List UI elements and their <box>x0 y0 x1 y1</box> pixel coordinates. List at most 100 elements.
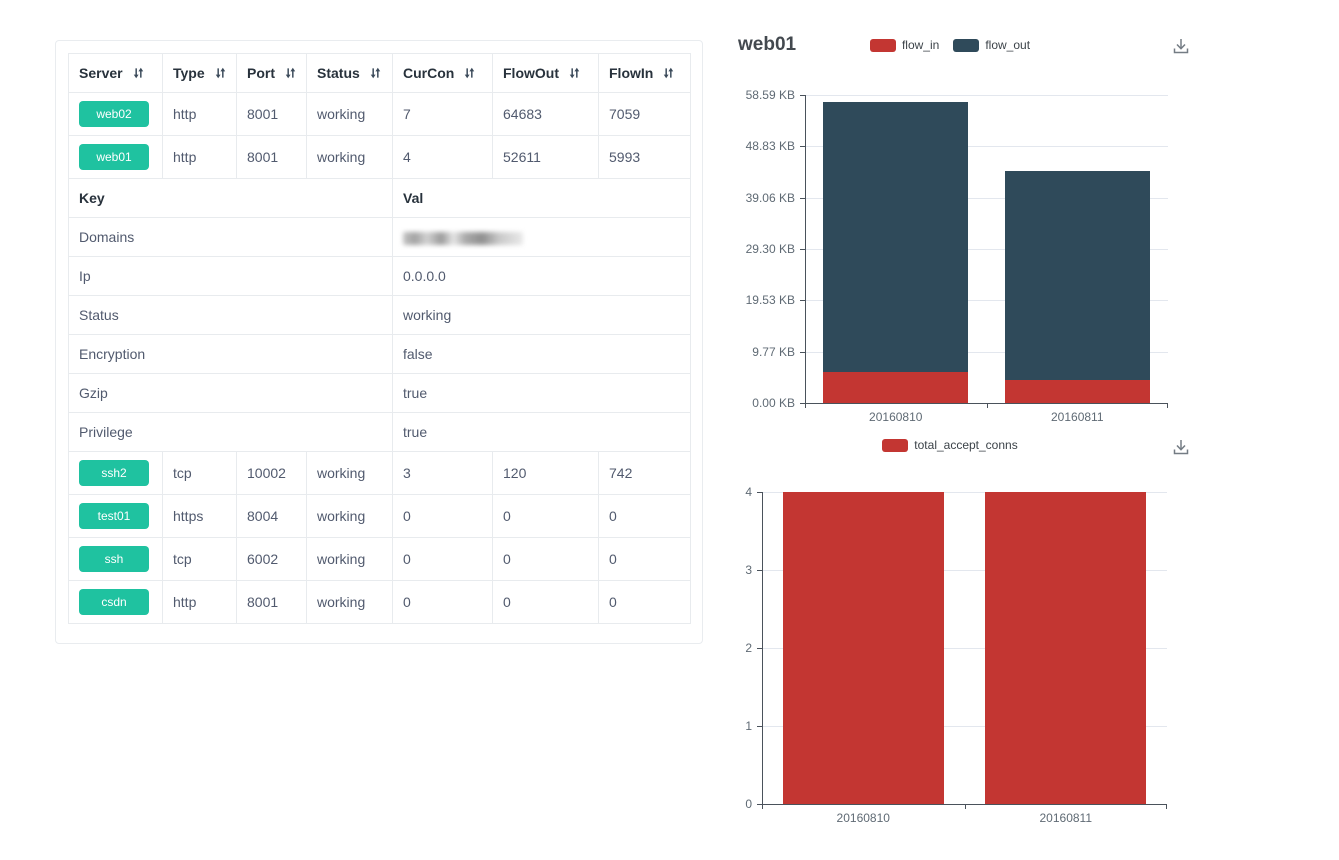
type-cell: tcp <box>163 452 237 495</box>
y-axis-label: 58.59 KB <box>721 87 795 103</box>
header-label: Type <box>173 65 205 81</box>
sort-icon[interactable] <box>132 66 145 80</box>
flowout-cell: 120 <box>493 452 599 495</box>
status-cell: working <box>307 495 393 538</box>
kv-key-cell: Domains <box>69 218 393 257</box>
header-label-wrap: FlowOut <box>503 65 588 81</box>
flow-chart-plot: 0.00 KB9.77 KB19.53 KB29.30 KB39.06 KB48… <box>805 95 1168 403</box>
port-cell: 10002 <box>237 452 307 495</box>
y-axis-label: 1 <box>712 718 752 734</box>
legend-label: total_accept_conns <box>914 438 1017 452</box>
curcon-cell: 0 <box>393 581 493 624</box>
table-header-row: Server Type Port Status CurCon FlowOut FlowIn <box>69 54 691 93</box>
server-row-ssh: sshtcp6002working000 <box>69 538 691 581</box>
legend-label: flow_in <box>902 38 939 52</box>
server-badge-test01[interactable]: test01 <box>79 503 149 529</box>
server-badge-ssh[interactable]: ssh <box>79 546 149 572</box>
column-header-flowout[interactable]: FlowOut <box>493 54 599 93</box>
flowout-cell: 0 <box>493 581 599 624</box>
kv-val-cell: working <box>393 296 691 335</box>
column-header-port[interactable]: Port <box>237 54 307 93</box>
server-badge-ssh2[interactable]: ssh2 <box>79 460 149 486</box>
legend-label: flow_out <box>985 38 1030 52</box>
save-as-image-button[interactable] <box>1170 437 1192 459</box>
column-header-flowin[interactable]: FlowIn <box>599 54 691 93</box>
header-label-wrap: FlowIn <box>609 65 680 81</box>
legend-item-total_accept_conns[interactable]: total_accept_conns <box>882 438 1017 452</box>
kv-key-cell: Status <box>69 296 393 335</box>
kv-val-cell <box>393 218 691 257</box>
server-badge-web02[interactable]: web02 <box>79 101 149 127</box>
server-cell: csdn <box>69 581 163 624</box>
type-cell: tcp <box>163 538 237 581</box>
bar-flow_out-20160811[interactable] <box>1005 171 1150 380</box>
x-axis-label: 20160811 <box>1017 410 1137 424</box>
header-label: Port <box>247 65 275 81</box>
y-axis-label: 2 <box>712 640 752 656</box>
sort-icon[interactable] <box>369 66 382 80</box>
type-cell: http <box>163 581 237 624</box>
header-label: FlowOut <box>503 65 559 81</box>
legend-item-flow_out[interactable]: flow_out <box>953 38 1030 52</box>
column-header-type[interactable]: Type <box>163 54 237 93</box>
header-label-wrap: Type <box>173 65 226 81</box>
bar-total_accept_conns-20160811[interactable] <box>985 492 1146 804</box>
type-cell: http <box>163 93 237 136</box>
header-label: FlowIn <box>609 65 653 81</box>
flowin-cell: 0 <box>599 538 691 581</box>
server-badge-csdn[interactable]: csdn <box>79 589 149 615</box>
port-cell: 8001 <box>237 93 307 136</box>
kv-val-cell: 0.0.0.0 <box>393 257 691 296</box>
save-as-image-button[interactable] <box>1170 36 1192 58</box>
kv-row-status: Statusworking <box>69 296 691 335</box>
column-header-status[interactable]: Status <box>307 54 393 93</box>
sort-icon[interactable] <box>662 66 675 80</box>
x-axis-label: 20160810 <box>803 811 923 825</box>
kv-key-cell: Gzip <box>69 374 393 413</box>
port-cell: 8001 <box>237 136 307 179</box>
flowin-cell: 0 <box>599 495 691 538</box>
dashboard-page: ServerTypePortStatusCurConFlowOutFlowIn … <box>0 0 1339 860</box>
flowout-cell: 52611 <box>493 136 599 179</box>
status-cell: working <box>307 93 393 136</box>
gridline <box>805 95 1168 96</box>
bar-flow_out-20160810[interactable] <box>823 102 968 372</box>
kv-row-gzip: Gziptrue <box>69 374 691 413</box>
y-axis-label: 0.00 KB <box>721 395 795 411</box>
conns-chart-plot: 012342016081020160811 <box>762 492 1167 804</box>
legend-item-flow_in[interactable]: flow_in <box>870 38 939 52</box>
sort-icon[interactable] <box>568 66 581 80</box>
kv-key-cell: Ip <box>69 257 393 296</box>
bar-total_accept_conns-20160810[interactable] <box>783 492 944 804</box>
bar-flow_in-20160811[interactable] <box>1005 380 1150 403</box>
legend-swatch <box>870 39 896 52</box>
server-cell: web01 <box>69 136 163 179</box>
sort-icon[interactable] <box>284 66 297 80</box>
header-label: Status <box>317 65 360 81</box>
server-cell: ssh <box>69 538 163 581</box>
table-header: Server Type Port Status CurCon FlowOut FlowIn <box>69 54 691 93</box>
kv-val-cell: true <box>393 374 691 413</box>
kv-row-encryption: Encryptionfalse <box>69 335 691 374</box>
flowin-cell: 0 <box>599 581 691 624</box>
redacted-value <box>403 232 523 245</box>
flowin-cell: 5993 <box>599 136 691 179</box>
bar-flow_in-20160810[interactable] <box>823 372 968 403</box>
port-cell: 8001 <box>237 581 307 624</box>
column-header-server[interactable]: Server <box>69 54 163 93</box>
type-cell: https <box>163 495 237 538</box>
sort-icon[interactable] <box>463 66 476 80</box>
server-row-csdn: csdnhttp8001working000 <box>69 581 691 624</box>
y-axis-label: 39.06 KB <box>721 190 795 206</box>
curcon-cell: 4 <box>393 136 493 179</box>
sort-icon[interactable] <box>214 66 227 80</box>
y-axis-label: 29.30 KB <box>721 241 795 257</box>
server-badge-web01[interactable]: web01 <box>79 144 149 170</box>
download-icon <box>1170 437 1192 459</box>
y-axis-label: 19.53 KB <box>721 292 795 308</box>
kv-key-header: Key <box>69 179 393 218</box>
kv-row-domains: Domains <box>69 218 691 257</box>
curcon-cell: 0 <box>393 538 493 581</box>
curcon-cell: 3 <box>393 452 493 495</box>
column-header-curcon[interactable]: CurCon <box>393 54 493 93</box>
